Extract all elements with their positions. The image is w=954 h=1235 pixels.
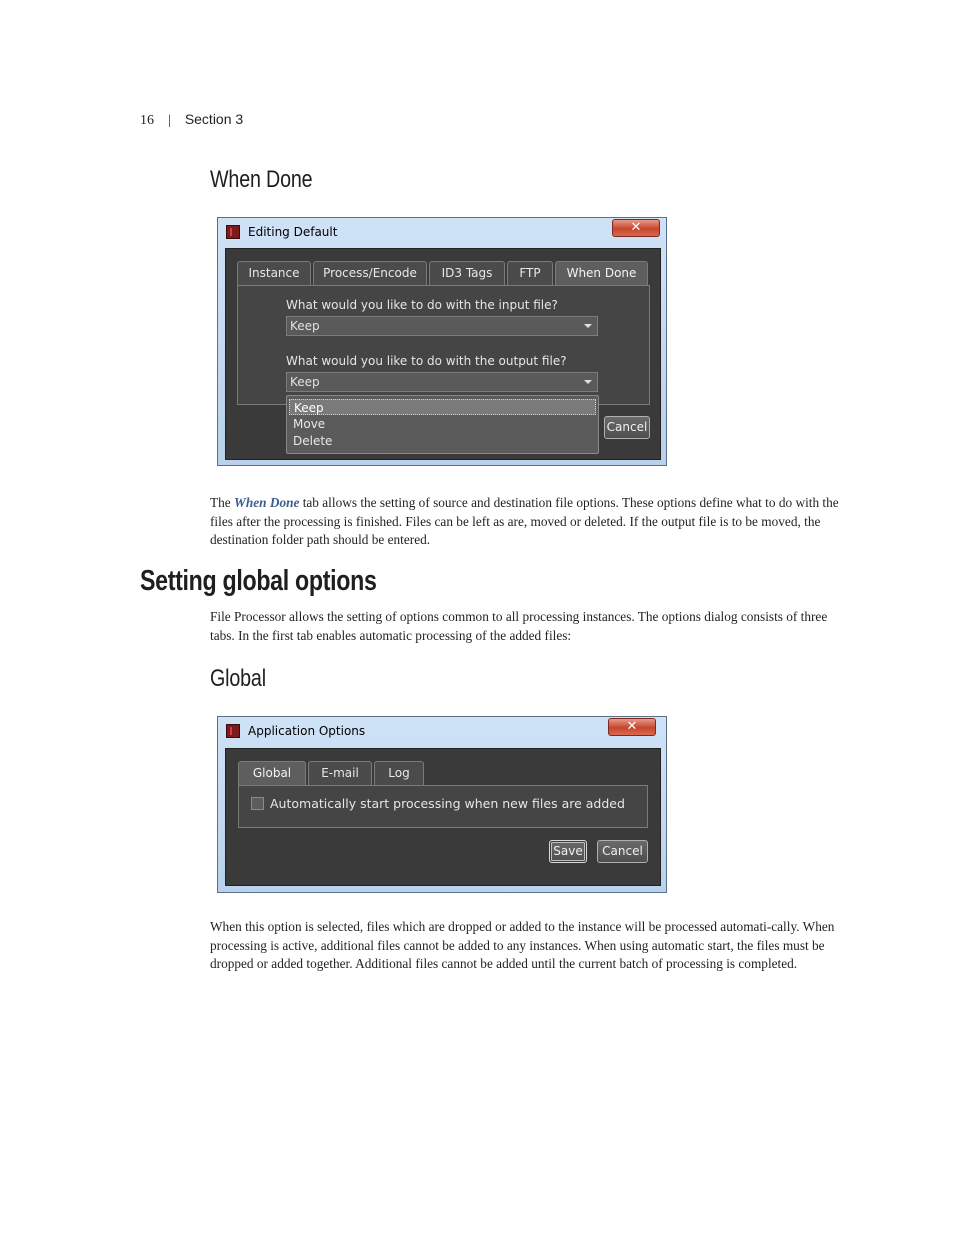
when-done-heading: When Done [210,166,313,193]
window-title: Editing Default [248,225,338,239]
header-separator: | [168,113,171,128]
input-file-question: What would you like to do with the input… [286,298,558,312]
output-file-value: Keep [290,375,320,389]
app-icon [226,724,240,738]
global-options-intro: File Processor allows the setting of opt… [210,609,828,643]
chevron-down-icon [584,324,592,328]
dropdown-option-move[interactable]: Move [289,416,596,432]
tab-email[interactable]: E-mail [308,761,372,785]
title-bar: Application Options ✕ [218,717,666,746]
page-number: 16 [140,113,154,128]
global-heading: Global [210,665,266,692]
close-button[interactable]: ✕ [612,219,660,237]
dialog-client-area: Instance Process/Encode ID3 Tags FTP Whe… [225,248,661,460]
tab-ftp[interactable]: FTP [507,261,553,285]
tab-when-done[interactable]: When Done [555,261,648,285]
tab-instance[interactable]: Instance [237,261,311,285]
dialog-client-area: Global E-mail Log Automatically start pr… [225,748,661,886]
app-icon [226,225,240,239]
cancel-button[interactable]: Cancel [604,416,650,439]
running-header: 16 | Section 3 [140,111,243,129]
close-button[interactable]: ✕ [608,718,656,736]
auto-start-label: Automatically start processing when new … [270,796,625,811]
global-description: When this option is selected, files whic… [210,919,835,972]
tab-global[interactable]: Global [238,761,306,785]
auto-start-checkbox[interactable] [251,797,264,810]
dropdown-option-delete[interactable]: Delete [289,433,596,449]
when-done-description: The When Done tab allows the setting of … [210,494,842,550]
application-options-window: Application Options ✕ Global E-mail Log … [217,716,667,893]
tab-log[interactable]: Log [374,761,424,785]
cancel-button[interactable]: Cancel [597,840,648,863]
output-file-dropdown-list: Keep Move Delete [286,395,599,454]
save-button[interactable]: Save [549,840,587,863]
when-done-panel: What would you like to do with the input… [237,285,650,405]
para-text-after: tab allows the setting of source and des… [210,495,839,548]
window-title: Application Options [248,724,366,738]
when-done-emphasis: When Done [234,495,300,510]
chevron-down-icon [584,380,592,384]
dropdown-option-keep[interactable]: Keep [289,399,596,415]
tab-process-encode[interactable]: Process/Encode [313,261,427,285]
section-label: Section 3 [184,111,244,127]
para-text-before: The [210,495,234,510]
global-panel: Automatically start processing when new … [238,785,648,828]
setting-global-options-heading: Setting global options [140,565,377,597]
input-file-select[interactable]: Keep [286,316,598,336]
output-file-question: What would you like to do with the outpu… [286,354,567,368]
input-file-value: Keep [290,319,320,333]
editing-default-window: Editing Default ✕ Instance Process/Encod… [217,217,667,466]
tab-id3-tags[interactable]: ID3 Tags [429,261,505,285]
title-bar: Editing Default ✕ [218,218,666,247]
output-file-select[interactable]: Keep [286,372,598,392]
